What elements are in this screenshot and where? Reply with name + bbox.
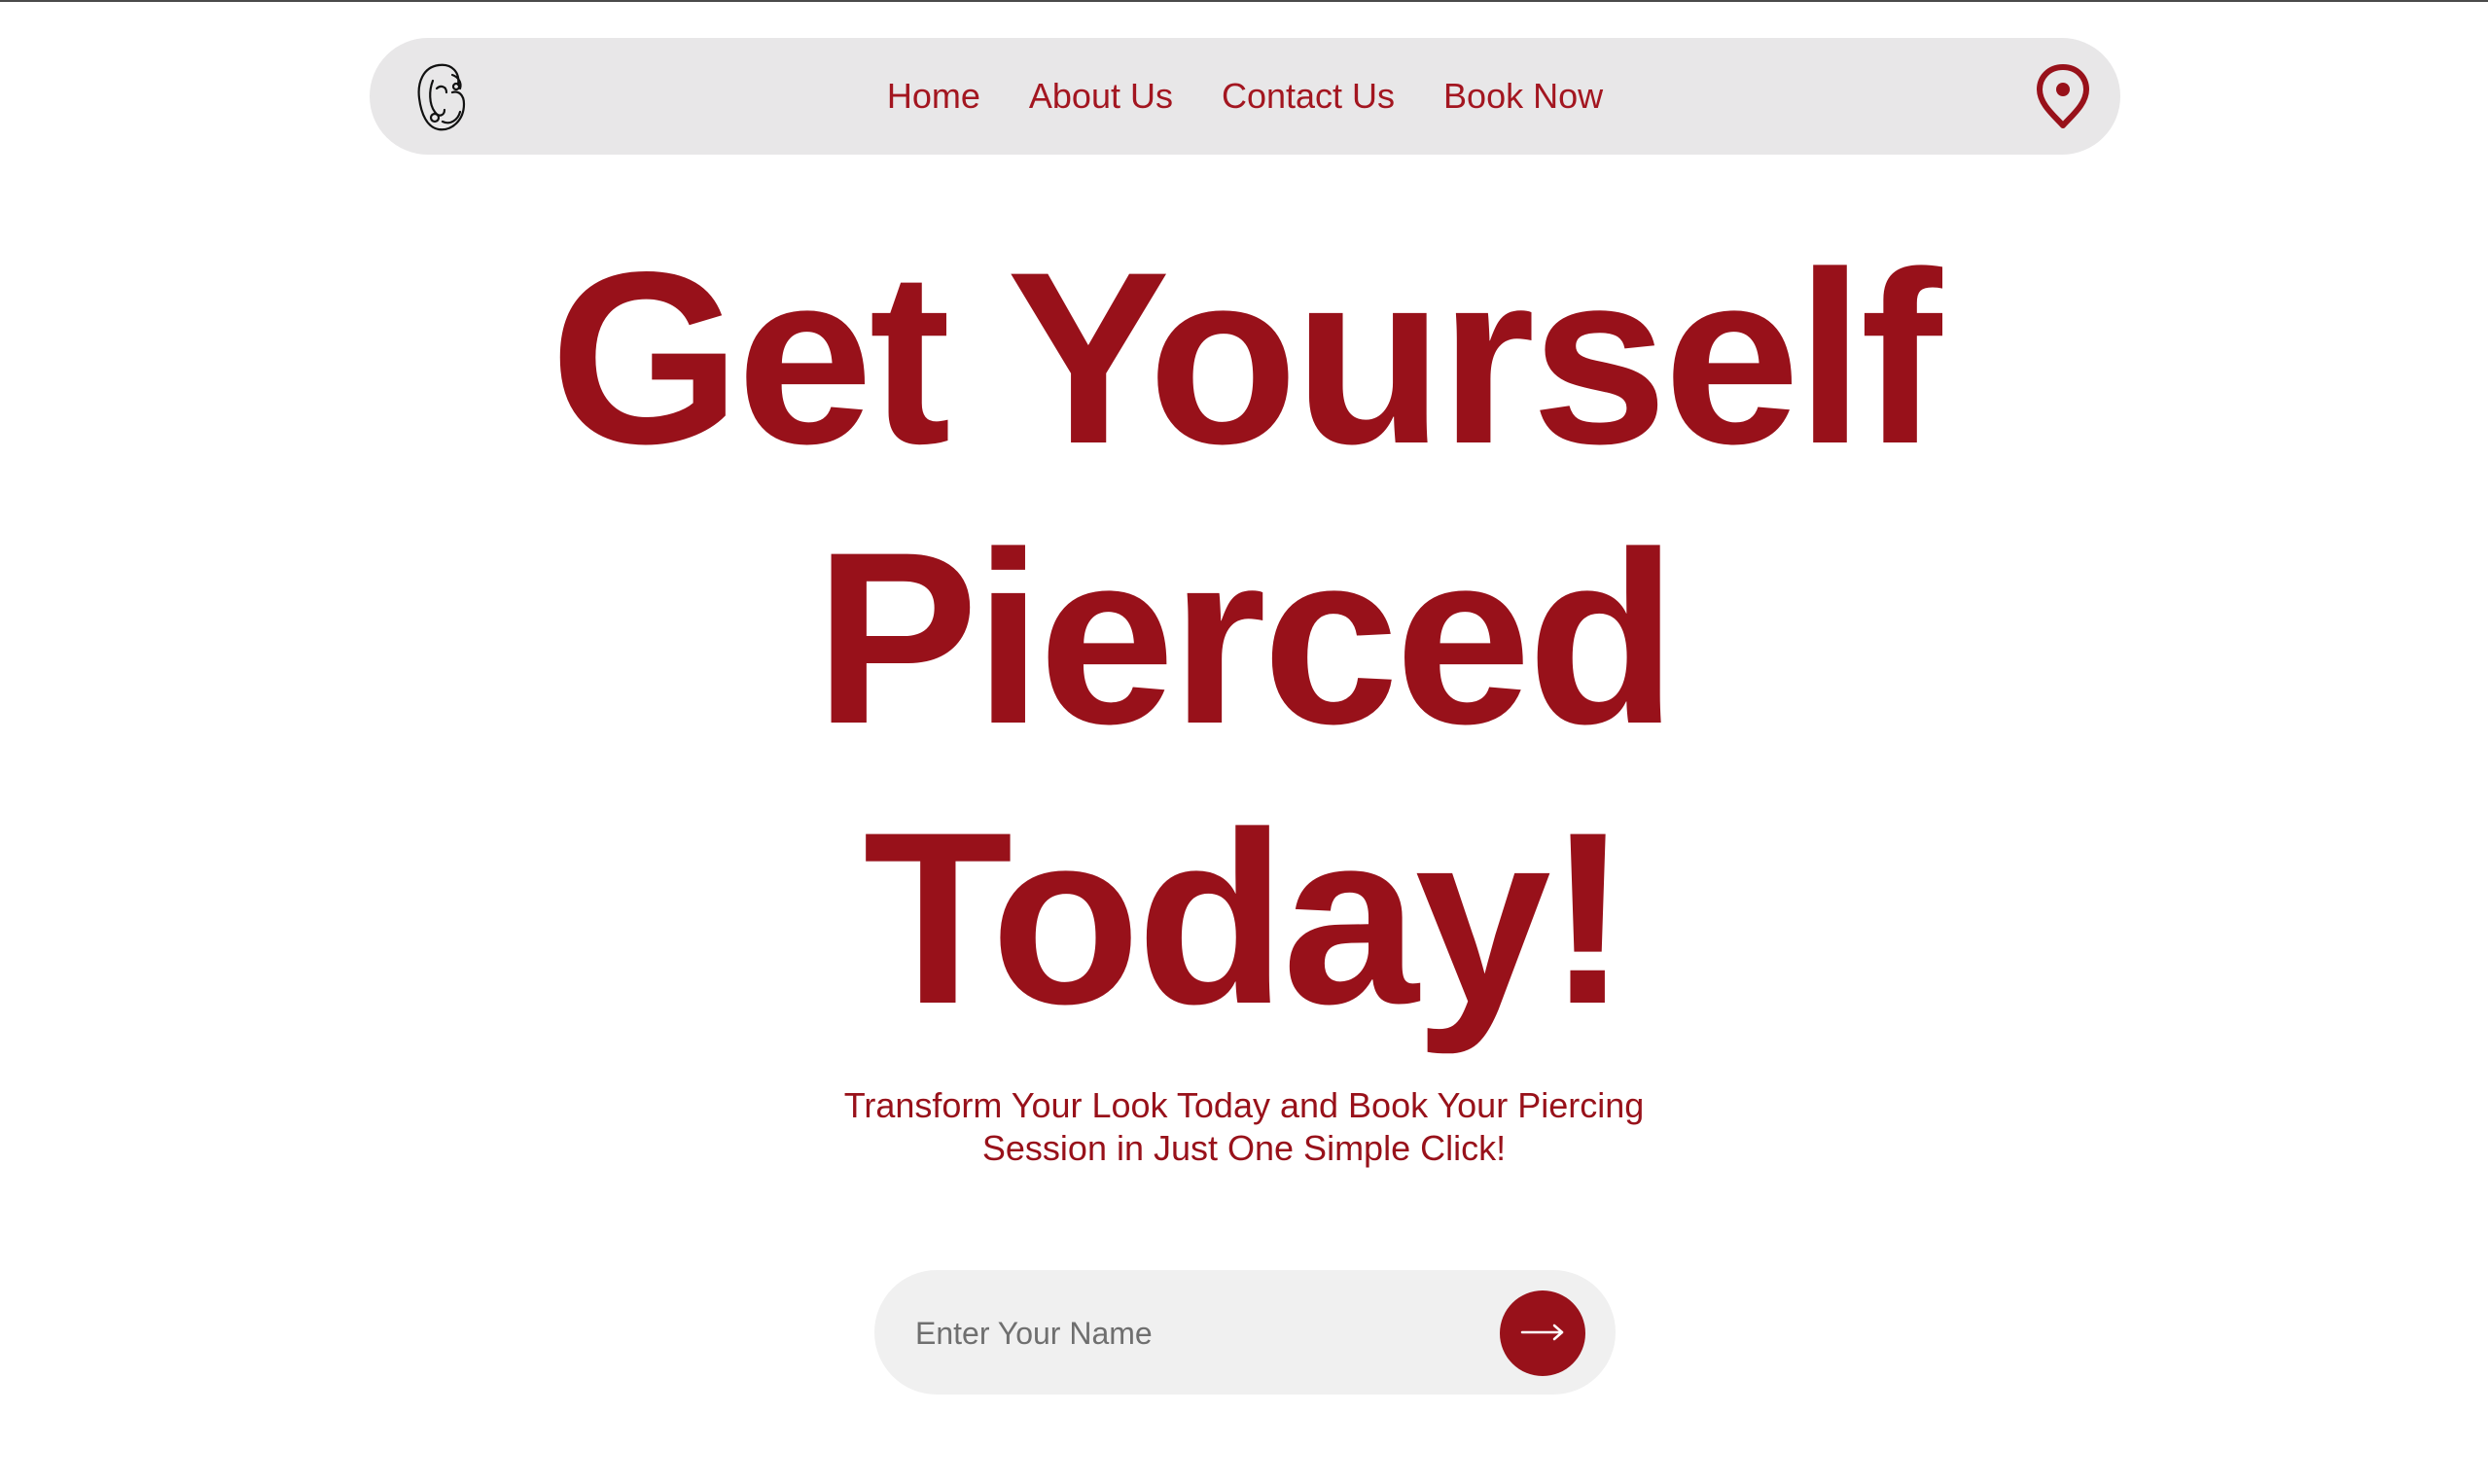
nav-links: Home About Us Contact Us Book Now bbox=[370, 38, 2120, 155]
submit-button[interactable] bbox=[1500, 1290, 1585, 1376]
top-border bbox=[0, 0, 2488, 2]
name-input[interactable] bbox=[913, 1303, 1462, 1363]
nav-link-about-us[interactable]: About Us bbox=[1029, 76, 1173, 117]
hero-subtitle: Transform Your Look Today and Book Your … bbox=[758, 1084, 1730, 1170]
hero-subtitle-line-2: Session in Just One Simple Click! bbox=[981, 1128, 1507, 1168]
hero-title: Get Yourself Pierced Today! bbox=[0, 219, 2488, 1059]
hero-title-line-1: Get Yourself bbox=[550, 222, 1941, 495]
arrow-right-icon bbox=[1519, 1323, 1566, 1345]
nav-link-contact-us[interactable]: Contact Us bbox=[1222, 76, 1395, 117]
nav-link-home[interactable]: Home bbox=[887, 76, 980, 117]
navbar: Home About Us Contact Us Book Now bbox=[370, 38, 2120, 155]
name-form bbox=[874, 1270, 1616, 1395]
hero-title-line-3: Today! bbox=[863, 782, 1628, 1055]
location-pin-icon[interactable] bbox=[2033, 63, 2093, 131]
hero-subtitle-line-1: Transform Your Look Today and Book Your … bbox=[843, 1085, 1645, 1125]
hero-title-line-2: Pierced bbox=[814, 502, 1678, 775]
nav-link-book-now[interactable]: Book Now bbox=[1443, 76, 1603, 117]
